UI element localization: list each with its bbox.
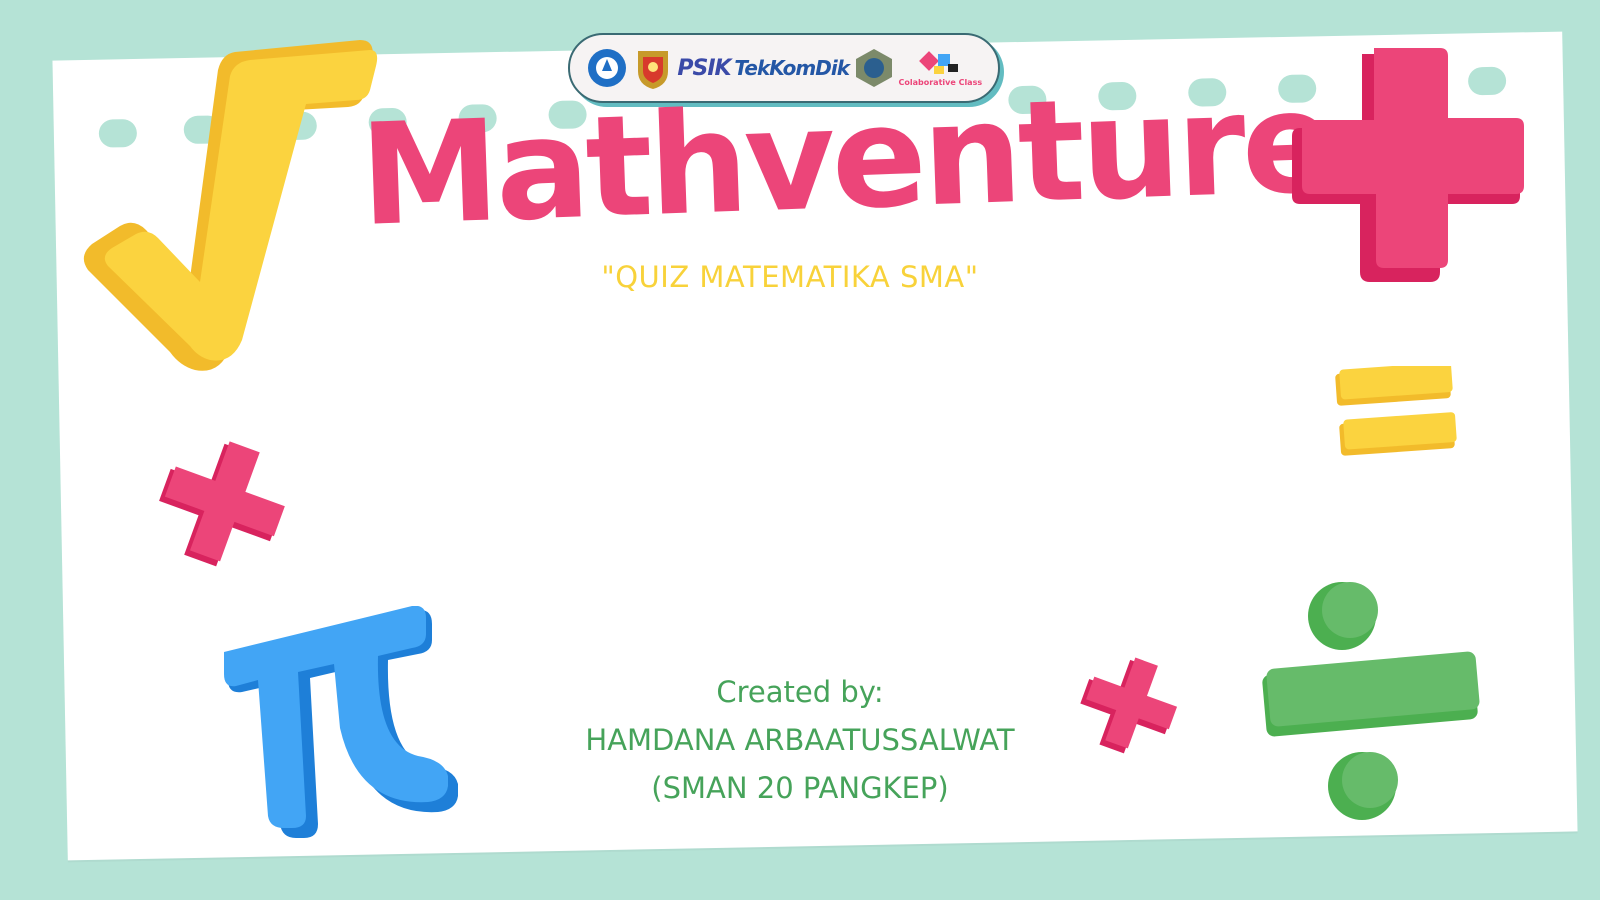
pi-icon bbox=[224, 606, 458, 838]
author-school: (SMAN 20 PANGKEP) bbox=[651, 771, 949, 805]
credits: Created by: HAMDANA ARBAATUSSALWAT (SMAN… bbox=[500, 668, 1100, 812]
plus-icon bbox=[159, 441, 285, 567]
tekkomdik-logo-text: TekKomDik bbox=[734, 56, 850, 80]
page-title: Mathventure bbox=[357, 61, 1336, 258]
plus-icon bbox=[1080, 657, 1178, 754]
author-name: HAMDANA ARBAATUSSALWAT bbox=[585, 723, 1015, 757]
psik-logo: PSIK bbox=[677, 55, 731, 81]
credits-heading: Created by: bbox=[716, 675, 884, 709]
plus-icon bbox=[1292, 48, 1524, 282]
psik-logo-text: PSIK bbox=[677, 55, 731, 81]
divide-icon bbox=[1262, 582, 1480, 820]
tekkomdik-logo: TekKomDik bbox=[734, 56, 850, 80]
equals-icon bbox=[1335, 366, 1457, 456]
square-root-icon bbox=[83, 40, 378, 371]
ministry-emblem-icon bbox=[586, 47, 628, 89]
subtitle: "QUIZ MATEMATIKA SMA" bbox=[601, 260, 979, 294]
